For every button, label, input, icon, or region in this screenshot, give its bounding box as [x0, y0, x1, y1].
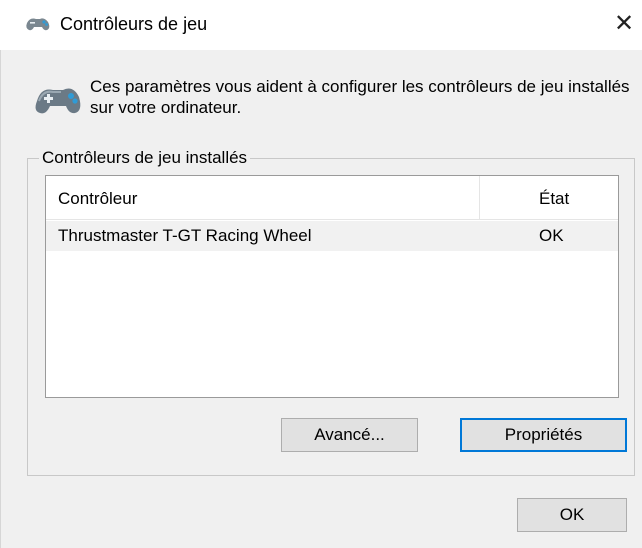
column-divider[interactable] [479, 176, 480, 220]
properties-button[interactable]: Propriétés [460, 418, 627, 452]
controllers-list[interactable]: Contrôleur État Thrustmaster T-GT Racing… [45, 175, 619, 398]
gamepad-icon [26, 18, 50, 31]
window-title: Contrôleurs de jeu [60, 14, 208, 34]
group-label: Contrôleurs de jeu installés [39, 147, 251, 169]
advanced-button[interactable]: Avancé... [281, 418, 418, 452]
title-bar: Contrôleurs de jeu ✕ [0, 0, 642, 50]
column-header-state[interactable]: État [539, 188, 569, 210]
dialog-content: Ces paramètres vous aident à configurer … [0, 50, 642, 548]
list-item[interactable]: Thrustmaster T-GT Racing Wheel OK [46, 221, 618, 251]
gamepad-icon [35, 88, 81, 114]
close-button[interactable]: ✕ [606, 6, 642, 42]
list-header: Contrôleur État [46, 176, 618, 220]
controller-state: OK [539, 226, 564, 245]
controller-name: Thrustmaster T-GT Racing Wheel [58, 226, 312, 245]
column-header-controller[interactable]: Contrôleur [58, 188, 137, 210]
intro-text: Ces paramètres vous aident à configurer … [90, 77, 630, 117]
ok-button[interactable]: OK [517, 498, 627, 532]
